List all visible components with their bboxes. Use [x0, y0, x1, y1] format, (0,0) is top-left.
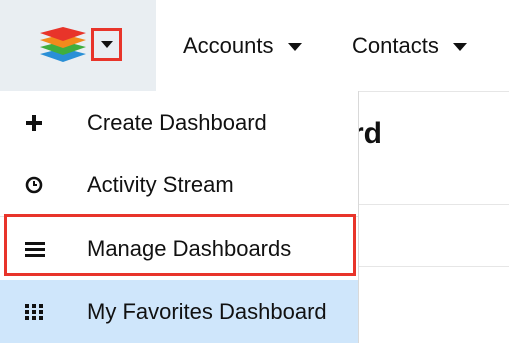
- nav-contacts[interactable]: Contacts: [352, 33, 467, 59]
- app-menu-toggle-button[interactable]: [91, 28, 122, 61]
- clock-icon: [0, 176, 77, 194]
- menu-item-label: Manage Dashboards: [87, 235, 292, 261]
- menu-item-label: My Favorites Dashboard: [87, 298, 327, 324]
- caret-down-icon: [452, 43, 467, 51]
- nav-contacts-label: Contacts: [352, 33, 439, 58]
- menu-item-label: Create Dashboard: [87, 109, 267, 135]
- nav-accounts[interactable]: Accounts: [183, 33, 302, 59]
- divider: [358, 204, 509, 205]
- top-navigation-bar: Accounts Contacts: [0, 0, 509, 92]
- app-logo-icon: [40, 27, 86, 62]
- divider: [358, 266, 509, 267]
- dashboard-dropdown-menu: Create Dashboard Activity Stream Manage …: [0, 91, 359, 343]
- menu-item-activity-stream[interactable]: Activity Stream: [0, 154, 358, 217]
- nav-accounts-label: Accounts: [183, 33, 274, 58]
- plus-icon: [0, 114, 77, 132]
- menu-item-label: Activity Stream: [87, 172, 234, 197]
- menu-item-my-favorites-dashboard[interactable]: My Favorites Dashboard: [0, 280, 358, 343]
- grid-icon: [0, 303, 77, 320]
- caret-down-icon: [287, 43, 302, 51]
- logo-area[interactable]: [0, 0, 156, 91]
- caret-down-icon: [100, 41, 113, 48]
- menu-item-create-dashboard[interactable]: Create Dashboard: [0, 91, 358, 154]
- menu-lines-icon: [0, 241, 77, 257]
- menu-item-manage-dashboards[interactable]: Manage Dashboards: [0, 217, 358, 280]
